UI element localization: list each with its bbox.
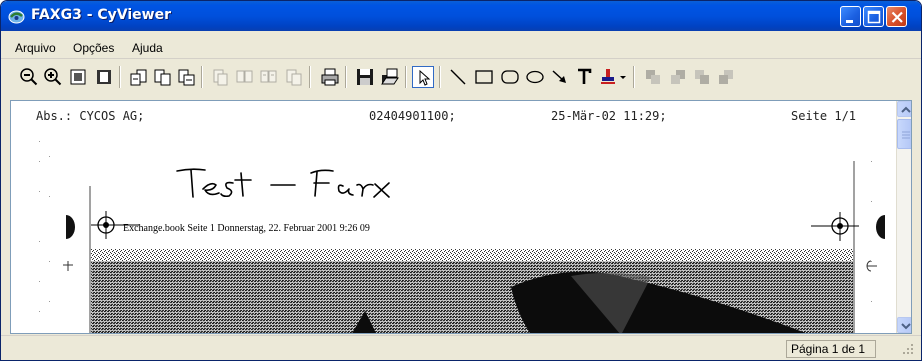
rounded-rectangle-tool-icon bbox=[501, 70, 519, 84]
copy-page-button[interactable] bbox=[283, 66, 305, 88]
ellipse-tool-icon bbox=[526, 70, 544, 84]
vertical-scrollbar[interactable] bbox=[896, 101, 911, 333]
line-tool-icon bbox=[450, 69, 466, 85]
page-last-icon bbox=[213, 69, 228, 86]
fit-page-button[interactable] bbox=[67, 66, 89, 88]
fax-scan-graphics bbox=[39, 141, 885, 333]
text-tool-button[interactable] bbox=[573, 66, 595, 88]
layer-icon bbox=[719, 70, 733, 84]
zoom-in-icon bbox=[44, 68, 62, 86]
layer-icon bbox=[671, 70, 685, 84]
stamp-dropdown-button[interactable] bbox=[618, 66, 628, 88]
chevron-up-icon bbox=[901, 106, 911, 113]
grip-lines-icon bbox=[902, 131, 910, 139]
close-icon bbox=[891, 11, 903, 23]
title-bar[interactable]: FAXG3 - CyViewer bbox=[1, 1, 921, 31]
page-last-button[interactable] bbox=[209, 66, 231, 88]
minimize-icon bbox=[846, 20, 853, 23]
page-prev-button[interactable] bbox=[151, 66, 173, 88]
stamp-tool-button[interactable] bbox=[597, 66, 619, 88]
toolbar-separator bbox=[345, 66, 347, 88]
open-button[interactable] bbox=[379, 66, 401, 88]
page-first-icon bbox=[130, 69, 147, 86]
chevron-down-icon bbox=[620, 76, 626, 79]
app-window: FAXG3 - CyViewer Arquivo Opções Ajuda Ab… bbox=[0, 0, 922, 361]
maximize-button[interactable] bbox=[863, 6, 884, 27]
thumbnails-button[interactable] bbox=[234, 66, 256, 88]
two-page-icon bbox=[260, 70, 277, 83]
fax-page[interactable]: Abs.: CYCOS AG; 02404901100; 25-Mär-02 1… bbox=[11, 101, 896, 333]
zoom-out-button[interactable] bbox=[18, 66, 40, 88]
menu-arquivo[interactable]: Arquivo bbox=[15, 41, 56, 55]
toolbar-separator bbox=[405, 66, 407, 88]
select-pointer-icon bbox=[419, 69, 431, 86]
toolbar-separator bbox=[439, 66, 441, 88]
stamp-tool-icon bbox=[601, 69, 615, 84]
line-tool-button[interactable] bbox=[447, 66, 469, 88]
page-next-icon bbox=[178, 69, 195, 86]
toolbar-separator bbox=[119, 66, 121, 88]
zoom-in-button[interactable] bbox=[42, 66, 64, 88]
open-icon bbox=[381, 68, 399, 85]
close-button[interactable] bbox=[886, 6, 907, 27]
toolbar-separator bbox=[633, 66, 635, 88]
status-bar: Página 1 de 1 bbox=[1, 335, 921, 360]
arrow-tool-icon bbox=[552, 70, 566, 83]
chevron-down-icon bbox=[901, 323, 911, 330]
page-first-button[interactable] bbox=[127, 66, 149, 88]
zoom-out-icon bbox=[20, 68, 38, 86]
document-viewport[interactable]: Abs.: CYCOS AG; 02404901100; 25-Mär-02 1… bbox=[10, 100, 912, 334]
text-tool-icon bbox=[578, 68, 592, 84]
layer-button-2[interactable] bbox=[667, 66, 689, 88]
layer-button-1[interactable] bbox=[642, 66, 664, 88]
menu-bar: Arquivo Opções Ajuda bbox=[1, 31, 921, 59]
menu-ajuda[interactable]: Ajuda bbox=[132, 41, 163, 55]
page-prev-icon bbox=[154, 69, 171, 86]
thumbnails-icon bbox=[236, 70, 253, 83]
scroll-down-button[interactable] bbox=[897, 317, 911, 333]
layer-icon bbox=[646, 70, 660, 84]
resize-grip-icon[interactable] bbox=[901, 342, 915, 356]
save-button[interactable] bbox=[354, 66, 376, 88]
two-page-button[interactable] bbox=[258, 66, 280, 88]
layer-button-3[interactable] bbox=[691, 66, 713, 88]
toolbar-separator bbox=[201, 66, 203, 88]
scroll-thumb[interactable] bbox=[897, 119, 911, 149]
menu-opcoes[interactable]: Opções bbox=[73, 41, 114, 55]
maximize-icon bbox=[867, 10, 881, 24]
toolbar-separator bbox=[309, 66, 311, 88]
cyviewer-app-icon[interactable] bbox=[8, 8, 25, 24]
rectangle-tool-button[interactable] bbox=[473, 66, 495, 88]
ellipse-tool-button[interactable] bbox=[524, 66, 546, 88]
layer-icon bbox=[695, 70, 709, 84]
page-next-button[interactable] bbox=[175, 66, 197, 88]
minimize-button[interactable] bbox=[840, 6, 861, 27]
fit-width-button[interactable] bbox=[93, 66, 115, 88]
fit-page-icon bbox=[70, 69, 86, 85]
rounded-rectangle-tool-button[interactable] bbox=[499, 66, 521, 88]
fit-width-icon bbox=[97, 70, 111, 84]
arrow-tool-button[interactable] bbox=[549, 66, 571, 88]
print-button[interactable] bbox=[319, 66, 341, 88]
print-icon bbox=[321, 68, 339, 86]
page-indicator: Página 1 de 1 bbox=[786, 340, 876, 358]
handwritten-test-fax bbox=[176, 168, 390, 198]
book-header-line: Exchange.book Seite 1 Donnerstag, 22. Fe… bbox=[123, 223, 370, 234]
layer-button-4[interactable] bbox=[715, 66, 737, 88]
save-icon bbox=[357, 69, 373, 85]
toolbar bbox=[1, 60, 921, 96]
copy-page-icon bbox=[286, 69, 302, 86]
scroll-up-button[interactable] bbox=[897, 101, 911, 117]
window-title: FAXG3 - CyViewer bbox=[31, 7, 171, 23]
select-pointer-button[interactable] bbox=[412, 66, 434, 88]
rectangle-tool-icon bbox=[475, 70, 493, 84]
